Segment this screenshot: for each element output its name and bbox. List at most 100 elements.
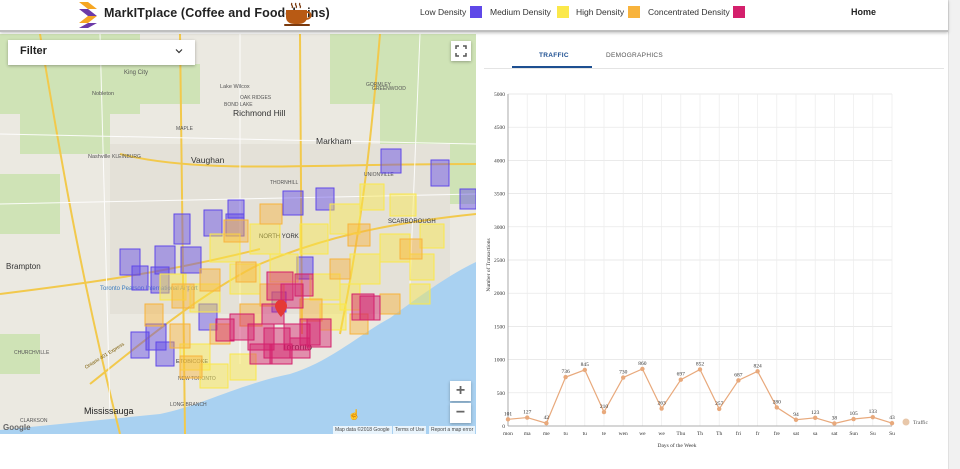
density-square[interactable]: [144, 303, 164, 327]
data-point[interactable]: [621, 375, 626, 380]
map-label-king-city: King City: [124, 70, 148, 76]
y-tick-label: 3000: [494, 225, 505, 231]
y-tick-label: 2000: [494, 291, 505, 297]
data-point[interactable]: [889, 420, 895, 426]
fullscreen-button[interactable]: [451, 41, 471, 61]
data-point[interactable]: [525, 415, 530, 420]
filter-label: Filter: [20, 45, 47, 57]
y-tick-label: 1000: [494, 358, 505, 364]
density-square[interactable]: [349, 253, 381, 285]
density-square[interactable]: [282, 190, 304, 216]
density-square[interactable]: [379, 293, 401, 315]
data-point[interactable]: [813, 415, 818, 421]
terms-of-use-link[interactable]: Terms of Use: [393, 426, 427, 434]
density-square[interactable]: [130, 331, 150, 359]
density-square[interactable]: [235, 261, 257, 283]
density-square[interactable]: [131, 265, 149, 291]
data-point[interactable]: [755, 369, 760, 374]
density-square[interactable]: [399, 238, 423, 260]
x-tick-label: tu: [583, 431, 588, 437]
y-tick-label: 4000: [494, 158, 505, 164]
density-square[interactable]: [215, 318, 235, 342]
data-point[interactable]: [851, 416, 856, 422]
data-label: 105: [849, 411, 858, 417]
y-tick-label: 1500: [494, 324, 505, 330]
density-square[interactable]: [299, 223, 329, 255]
data-point[interactable]: [582, 367, 587, 373]
density-map[interactable]: King City Nobleton Lake Wilcox OAK RIDGE…: [0, 34, 476, 434]
density-square[interactable]: [347, 223, 371, 247]
data-point[interactable]: [717, 406, 722, 412]
map-label-kleinburg: KLEINBURG: [112, 154, 141, 160]
data-point[interactable]: [678, 377, 683, 382]
data-label: 263: [657, 401, 666, 407]
density-square[interactable]: [249, 343, 273, 365]
home-link[interactable]: Home: [851, 7, 876, 17]
density-square[interactable]: [419, 223, 445, 249]
density-square[interactable]: [459, 188, 476, 210]
data-point[interactable]: [544, 421, 549, 426]
data-point[interactable]: [697, 367, 703, 372]
density-square[interactable]: [359, 183, 385, 211]
tab-demographics[interactable]: DEMOGRAPHICS: [606, 52, 663, 59]
density-square[interactable]: [294, 273, 314, 297]
density-square[interactable]: [180, 246, 202, 274]
density-square[interactable]: [199, 268, 221, 292]
data-label: 38: [832, 415, 838, 421]
density-square[interactable]: [259, 203, 283, 225]
x-tick-label: sat: [793, 431, 800, 437]
map-label-maple: MAPLE: [176, 126, 194, 132]
zoom-out-button[interactable]: −: [450, 403, 471, 423]
data-point[interactable]: [793, 417, 799, 422]
map-label-brampton: Brampton: [6, 262, 41, 271]
report-map-error-link[interactable]: Report a map error: [429, 426, 476, 434]
data-point[interactable]: [736, 378, 741, 383]
filter-dropdown[interactable]: Filter: [8, 40, 195, 65]
density-square[interactable]: [169, 323, 191, 349]
traffic-chart-svg: 0 500 1000 1500 2000 2500 3000 3500 4000 4500 5000…: [485, 92, 929, 449]
data-point[interactable]: [563, 374, 568, 380]
density-square[interactable]: [380, 148, 402, 174]
density-square[interactable]: [203, 209, 223, 237]
x-tick-label: tu: [563, 431, 568, 437]
density-square[interactable]: [173, 213, 191, 245]
map-canvas[interactable]: King City Nobleton Lake Wilcox OAK RIDGE…: [0, 34, 476, 434]
density-square[interactable]: [409, 283, 431, 305]
data-label: 42: [544, 415, 550, 421]
density-square[interactable]: [223, 219, 249, 243]
density-square[interactable]: [199, 363, 229, 389]
data-label: 736: [561, 369, 570, 375]
tab-traffic[interactable]: TRAFFIC: [539, 52, 569, 59]
density-square[interactable]: [269, 343, 293, 365]
data-point[interactable]: [505, 417, 511, 422]
data-point[interactable]: [601, 409, 607, 415]
density-square[interactable]: [289, 337, 311, 359]
top-navbar: MarkITplace (Coffee and Foodchains) Low …: [0, 0, 948, 32]
x-axis-title: Days of the Week: [657, 442, 696, 449]
data-point[interactable]: [774, 405, 779, 410]
data-label: 257: [715, 401, 724, 407]
data-point[interactable]: [640, 366, 645, 372]
density-square[interactable]: [171, 283, 195, 309]
y-tick-label: 0: [502, 424, 505, 430]
density-square[interactable]: [430, 159, 450, 187]
x-tick-label: Su: [889, 431, 895, 437]
data-point[interactable]: [870, 414, 875, 420]
data-point[interactable]: [832, 421, 837, 426]
zoom-in-button[interactable]: +: [450, 381, 471, 401]
legend-high-density-swatch: [628, 6, 640, 18]
density-square[interactable]: [329, 258, 351, 280]
page-scrollbar[interactable]: [948, 0, 960, 469]
x-tick-label: Su: [870, 431, 876, 437]
x-tick-label: te: [602, 431, 607, 437]
data-label: 101: [504, 411, 513, 417]
data-point[interactable]: [659, 406, 664, 411]
density-square[interactable]: [249, 223, 281, 255]
y-axis-title: Number of Transactions: [485, 238, 492, 291]
density-square[interactable]: [179, 355, 203, 379]
legend-high-density-label: High Density: [576, 7, 625, 17]
density-square[interactable]: [306, 318, 332, 348]
y-tick-label: 3500: [494, 192, 505, 198]
density-square[interactable]: [389, 193, 417, 217]
density-square[interactable]: [359, 295, 381, 321]
